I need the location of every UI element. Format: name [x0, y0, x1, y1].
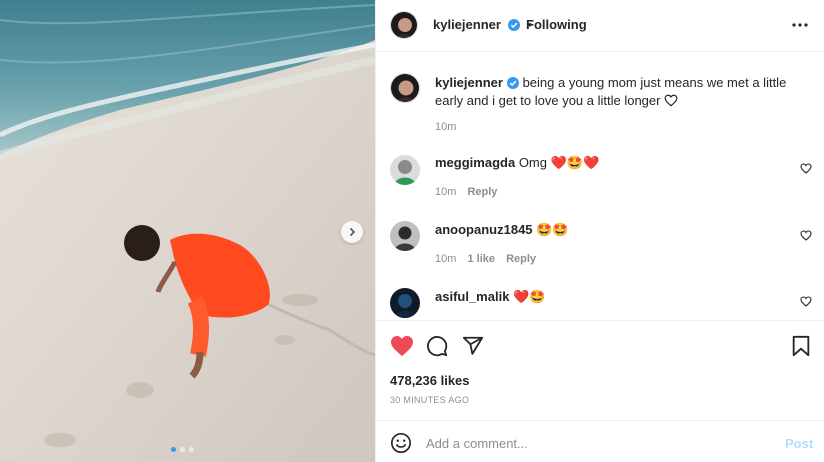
carousel-dot	[189, 447, 194, 452]
author-avatar[interactable]	[390, 11, 418, 39]
reply-button[interactable]: Reply	[506, 253, 536, 265]
comment-username[interactable]: anoopanuz1845	[435, 222, 533, 237]
comment-avatar[interactable]	[390, 221, 420, 251]
post-details-panel: kyliejenner • Following kyliejenner bein…	[375, 0, 824, 462]
more-options-icon	[792, 23, 808, 27]
post-photo	[0, 0, 375, 462]
caption-time: 10m	[435, 121, 457, 133]
comment-avatar[interactable]	[390, 288, 420, 318]
heart-outline-icon	[664, 94, 678, 107]
share-icon[interactable]	[462, 335, 484, 357]
comment-like-icon[interactable]	[800, 296, 812, 307]
comment-time: 10m	[435, 186, 457, 198]
comment-composer: Post	[376, 420, 824, 462]
beach-photo	[0, 0, 375, 462]
comment-avatar[interactable]	[390, 155, 420, 185]
post-comment-button[interactable]: Post	[785, 436, 813, 451]
emoji-icon[interactable]	[390, 432, 412, 454]
comment-username[interactable]: meggimagda	[435, 155, 515, 170]
author-username[interactable]: kyliejenner	[433, 17, 501, 32]
like-count[interactable]: 478,236 likes	[390, 373, 470, 388]
caption: kyliejenner being a young mom just means…	[435, 74, 813, 110]
bookmark-icon[interactable]	[791, 335, 811, 357]
comment-like-icon[interactable]	[800, 230, 812, 241]
comment-icon[interactable]	[426, 335, 448, 357]
comment-row: anoopanuz1845 🤩🤩	[435, 221, 785, 239]
comment-username[interactable]: asiful_malik	[435, 289, 509, 304]
post-timestamp: 30 MINUTES AGO	[390, 395, 470, 405]
post-header: kyliejenner • Following	[376, 0, 824, 52]
comment-text: Omg ❤️🤩❤️	[518, 155, 600, 170]
comment-text: ❤️🤩	[513, 289, 546, 304]
comment-likes[interactable]: 1 like	[467, 253, 495, 265]
comment-meta: 10m Reply	[435, 186, 497, 198]
carousel-dot	[171, 447, 176, 452]
comment-row: asiful_malik ❤️🤩	[435, 288, 785, 306]
comment-like-icon[interactable]	[800, 163, 812, 174]
comment-text: 🤩🤩	[536, 222, 569, 237]
carousel-dot	[180, 447, 185, 452]
verified-badge-icon	[506, 77, 519, 89]
verified-badge-icon	[508, 19, 520, 31]
carousel-next-button[interactable]	[341, 221, 363, 243]
comment-input[interactable]	[426, 434, 766, 452]
post-actions: 478,236 likes 30 MINUTES AGO	[376, 320, 824, 420]
comment-row: meggimagda Omg ❤️🤩❤️	[435, 154, 785, 172]
reply-button[interactable]: Reply	[467, 186, 497, 198]
heart-filled-icon[interactable]	[390, 335, 414, 357]
chevron-right-icon	[349, 227, 356, 237]
carousel-dots	[171, 447, 194, 452]
more-options-button[interactable]	[789, 16, 811, 34]
caption-username[interactable]: kyliejenner	[435, 75, 503, 90]
comment-time: 10m	[435, 253, 457, 265]
following-button[interactable]: Following	[526, 17, 587, 32]
comment-meta: 10m 1 like Reply	[435, 253, 536, 265]
caption-author-avatar[interactable]	[390, 73, 420, 103]
